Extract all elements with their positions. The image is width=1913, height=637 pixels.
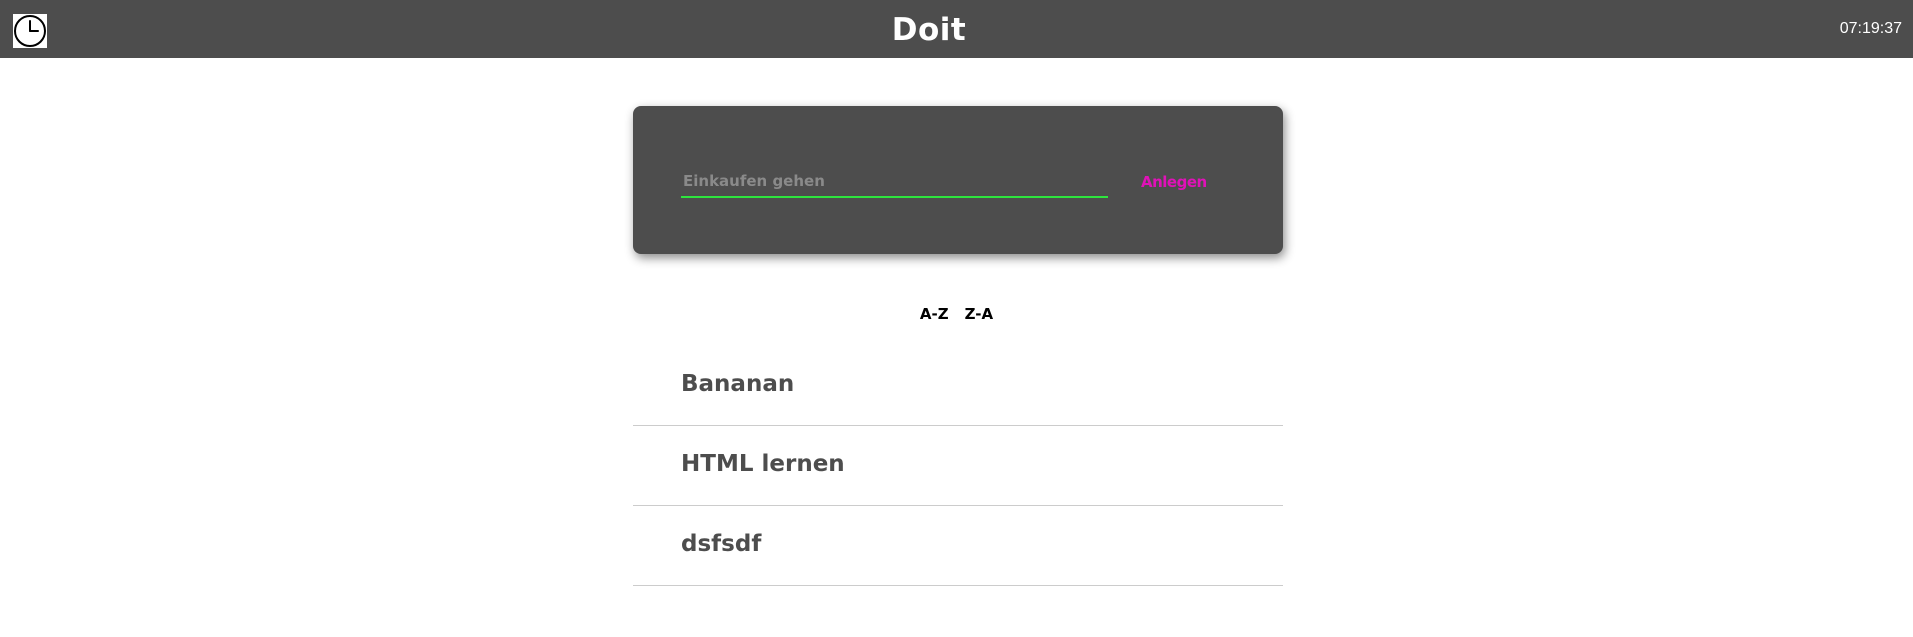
current-time: 07:19:37 <box>1839 20 1902 37</box>
sort-desc-button[interactable]: Z-A <box>965 305 993 323</box>
top-bar: Doit 07:19:37 <box>0 0 1913 58</box>
todo-item[interactable]: HTML lernen <box>633 426 1283 506</box>
todo-item[interactable]: dsfsdf <box>633 506 1283 586</box>
new-task-card: Anlegen <box>633 106 1283 254</box>
add-task-button[interactable]: Anlegen <box>1141 166 1207 198</box>
sort-asc-button[interactable]: A-Z <box>920 305 949 323</box>
todo-list: Bananan HTML lernen dsfsdf <box>633 346 1283 586</box>
new-task-input[interactable] <box>681 166 1108 198</box>
app-title: Doit <box>891 12 967 48</box>
sort-controls: A-Z Z-A <box>0 305 1913 323</box>
todo-item[interactable]: Bananan <box>633 346 1283 426</box>
